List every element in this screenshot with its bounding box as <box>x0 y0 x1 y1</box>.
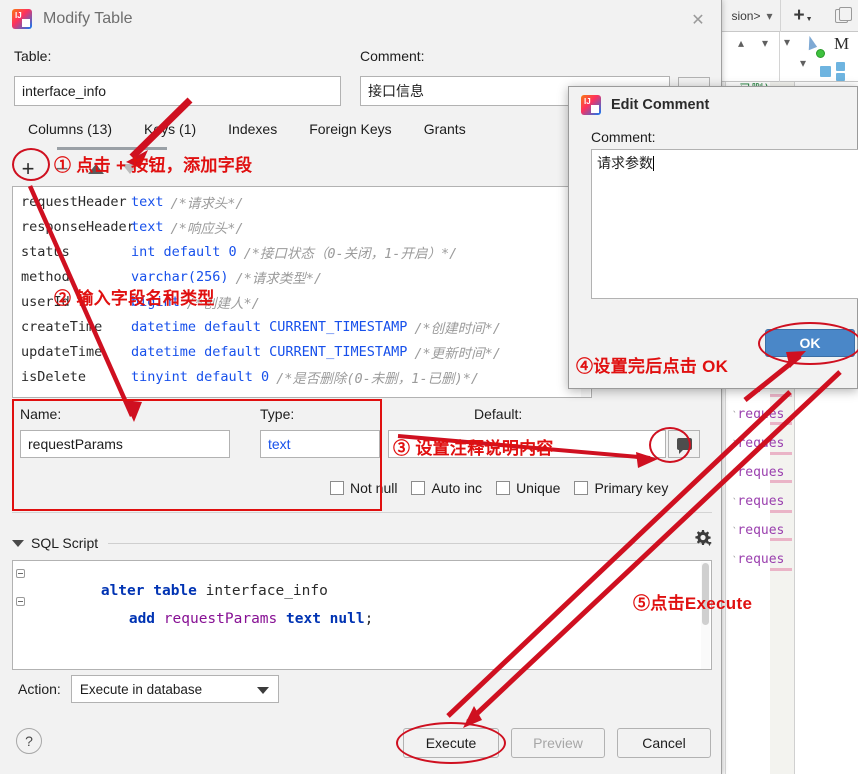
action-select[interactable]: Execute in database <box>70 675 279 703</box>
code-line: `reques <box>732 465 785 480</box>
edit-comment-label: Comment: <box>591 129 656 145</box>
chevron-down-icon: ▼ <box>706 541 713 548</box>
table-row[interactable]: createTime datetime default CURRENT_TIME… <box>13 314 591 339</box>
ide-toolbar: sion> ▾ + ▼ <box>722 0 858 32</box>
highlight-ellipse-ok-button <box>758 322 858 365</box>
tab-indexes[interactable]: Indexes <box>212 121 293 137</box>
tab-columns[interactable]: Columns (13) <box>12 121 128 137</box>
chevron-down-icon[interactable]: ▾ <box>784 35 790 49</box>
action-label: Action: <box>18 681 61 697</box>
code-line: `reques <box>732 436 785 451</box>
edit-comment-title: Edit Comment <box>611 97 710 113</box>
fold-icon[interactable] <box>16 597 25 606</box>
plus-icon: + <box>793 5 805 26</box>
tab-foreign-keys[interactable]: Foreign Keys <box>293 121 407 137</box>
highlight-box-field-editor <box>12 399 382 511</box>
edit-comment-value: 请求参数 <box>597 155 653 171</box>
ide-tree-cell: ▾ M ▾ <box>780 32 858 82</box>
fold-icon[interactable] <box>16 569 25 578</box>
page-title: Modify Table <box>43 10 133 27</box>
ide-version-tab-label: sion> <box>731 8 761 23</box>
chevron-down-icon[interactable]: ▾ <box>800 56 806 70</box>
diagram-icon <box>820 62 854 81</box>
copy-icon <box>834 6 852 23</box>
annotation-step-2: ② 输入字段名和类型 <box>54 289 215 308</box>
table-row[interactable]: responseHeader text /*响应头*/ <box>13 214 591 239</box>
table-row[interactable]: status int default 0 /*接口状态（0-关闭，1-开启）*/ <box>13 239 591 264</box>
status-dot-icon <box>816 49 825 58</box>
ide-version-tab[interactable]: sion> ▾ <box>722 0 780 32</box>
chevron-down-icon[interactable]: ▾ <box>762 36 768 50</box>
checkbox-label: Auto inc <box>431 480 483 496</box>
annotation-step-4: ④设置完后点击 OK <box>576 357 729 376</box>
action-select-value: Execute in database <box>79 681 203 697</box>
chevron-down-icon[interactable]: ▾ <box>767 9 773 23</box>
comment-label: Comment: <box>360 48 425 64</box>
intellij-logo-icon <box>581 95 601 115</box>
gear-icon[interactable]: ▼ <box>693 528 713 548</box>
preview-button[interactable]: Preview <box>511 728 605 758</box>
sql-line-2: add requestParams text null; <box>128 611 374 627</box>
checkbox-label: Unique <box>516 480 561 496</box>
code-line: `reques <box>732 494 785 509</box>
checkbox-box <box>411 481 426 495</box>
ide-copy-button[interactable] <box>825 0 857 32</box>
table-row[interactable]: requestHeader text /*请求头*/ <box>13 189 591 214</box>
triangle-down-icon[interactable] <box>12 539 24 547</box>
sql-script-editor[interactable]: alter table interface_info add requestPa… <box>12 560 712 670</box>
sql-script-header: SQL Script <box>12 532 712 554</box>
panel-divider <box>12 512 712 513</box>
chevron-up-icon[interactable]: ▴ <box>738 36 744 50</box>
table-row[interactable]: updateTime datetime default CURRENT_TIME… <box>13 339 591 364</box>
modify-table-titlebar: Modify Table <box>0 0 722 38</box>
highlight-ellipse-execute-button <box>396 722 506 764</box>
annotation-step-5: ⑤点击Execute <box>633 594 753 613</box>
tab-keys[interactable]: Keys (1) <box>128 121 212 137</box>
highlight-ellipse-add-button <box>12 148 50 181</box>
edit-comment-textarea[interactable]: 请求参数 <box>591 149 858 299</box>
checkbox-auto-inc[interactable]: Auto inc <box>411 480 482 496</box>
help-button[interactable]: ? <box>16 728 42 754</box>
table-row[interactable]: isDelete tinyint default 0 /*是否删除(0-未删，1… <box>13 364 591 389</box>
checkbox-box <box>496 481 511 495</box>
sql-gutter <box>13 561 27 669</box>
chevron-down-icon: ▼ <box>805 15 813 23</box>
default-label: Default: <box>474 406 523 422</box>
checkbox-unique[interactable]: Unique <box>496 480 560 496</box>
annotation-step-3: ③ 设置注释说明内容 <box>393 439 554 458</box>
ide-nav-cell: ▴ ▾ <box>722 32 780 82</box>
checkbox-primary-key[interactable]: Primary key <box>574 480 668 496</box>
intellij-logo-icon <box>12 9 32 29</box>
checkbox-box <box>574 481 589 495</box>
table-label: Table: <box>14 48 52 64</box>
header-rule <box>108 542 712 544</box>
cancel-button[interactable]: Cancel <box>617 728 711 758</box>
ide-editor-letter: M <box>834 34 850 53</box>
ide-add-button[interactable]: + ▼ <box>781 0 825 32</box>
code-line: `reques <box>732 523 785 538</box>
cursor-pointer-icon <box>803 34 818 51</box>
text-caret <box>653 156 654 171</box>
table-name-input[interactable]: interface_info <box>14 76 341 106</box>
chevron-down-icon <box>256 687 269 694</box>
code-line: `reques <box>732 552 785 567</box>
highlight-ellipse-comment-button <box>649 427 691 463</box>
tab-grants[interactable]: Grants <box>408 121 482 137</box>
checkbox-label: Primary key <box>594 480 669 496</box>
sql-editor-scrollbar[interactable] <box>701 562 710 669</box>
active-tab-indicator <box>57 147 167 150</box>
code-line: `reques <box>732 407 785 422</box>
ide-secondary-row: ▴ ▾ ▾ M ▾ <box>722 32 858 82</box>
edit-comment-titlebar: Edit Comment <box>581 95 709 115</box>
action-row: Action: Execute in database <box>18 675 279 703</box>
column-flags-row: Not null Auto inc Unique Primary key <box>330 480 682 496</box>
sql-script-title: SQL Script <box>31 535 99 551</box>
close-icon[interactable]: ✕ <box>687 10 709 30</box>
annotation-step-1: ① 点击 + 按钮，添加字段 <box>54 156 253 175</box>
